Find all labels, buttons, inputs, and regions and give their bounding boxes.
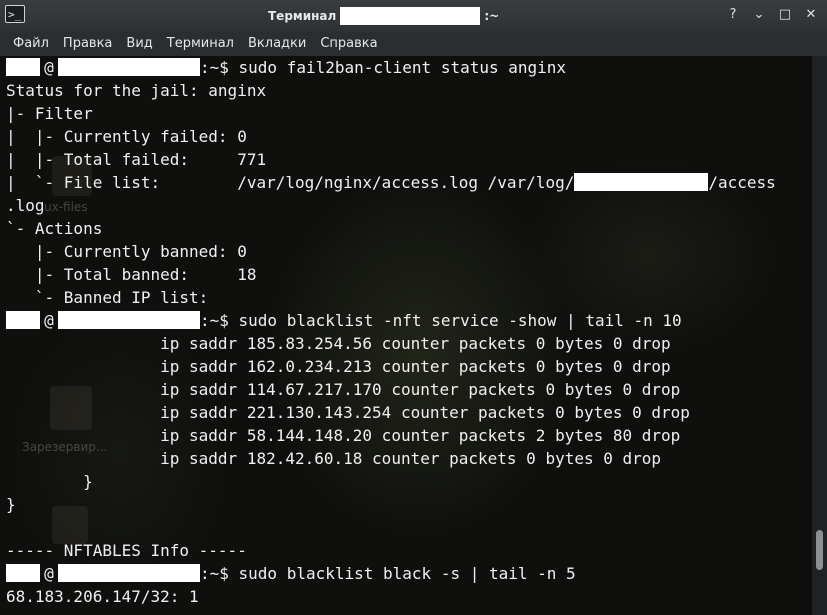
at-sign: @ [44,564,54,583]
output-line: .log [6,196,45,215]
output-line: ip saddr 185.83.254.56 counter packets 0… [6,334,671,353]
help-button[interactable]: ? [723,5,743,25]
redacted-path [574,173,709,191]
terminal-window: >_ Терминал :~ ? ⌄ □ ✕ Файл Правка Вид Те… [0,0,827,615]
menu-terminal[interactable]: Терминал [160,32,241,56]
menu-edit[interactable]: Правка [56,32,119,56]
close-button[interactable]: ✕ [801,5,821,25]
file-list-text: | `- File list: /var/log/nginx/access.lo… [6,173,575,192]
menu-help[interactable]: Справка [313,32,384,56]
output-line: | |- Total failed: 771 [6,150,267,169]
command-text: sudo blacklist black -s | tail -n 5 [238,564,576,583]
output-line: ----- NFTABLES Info ----- [6,541,247,560]
vertical-scrollbar[interactable] [812,56,827,615]
terminal-output[interactable]: ux-files Зарезервир... @:~$ sudo fail2ba… [0,56,812,615]
terminal-app-icon: >_ [5,5,25,23]
output-line: |- Total banned: 18 [6,265,257,284]
maximize-button[interactable]: □ [775,5,795,25]
terminal-lines: @ :~$ sudo fail2ban-client status anginx S… [6,56,812,608]
redacted-hostname [58,564,200,582]
output-line: 68.183.206.147/32: 1 [6,587,199,606]
prompt-line: @ :~$ sudo blacklist black -s | tail -n 5 [6,562,812,585]
output-line: `- Banned IP list: [6,288,209,307]
output-line: | |- Currently failed: 0 [6,127,247,146]
window-title-suffix: :~ [484,9,500,23]
output-line: } [6,495,16,514]
prompt-path: :~$ [200,564,239,583]
output-line: | `- File list: /var/log/nginx/access.lo… [6,171,812,194]
redacted-username [6,564,40,582]
menu-view[interactable]: Вид [119,32,159,56]
output-line: ip saddr 221.130.143.254 counter packets… [6,403,690,422]
menu-bar: Файл Правка Вид Терминал Вкладки Справка [0,32,827,56]
redacted-username [6,58,40,76]
window-controls: ? ⌄ □ ✕ [723,5,821,27]
output-line: ip saddr 182.42.60.18 counter packets 0 … [6,449,662,468]
menu-tabs[interactable]: Вкладки [241,32,313,56]
menu-file[interactable]: Файл [6,32,56,56]
output-line: `- Actions [6,219,103,238]
prompt-line: @ :~$ sudo blacklist -nft service -show |… [6,309,812,332]
file-list-text-after: /access [708,173,776,192]
prompt-line: @ :~$ sudo fail2ban-client status anginx [6,56,812,79]
output-line: |- Filter [6,104,93,123]
redacted-username [6,311,40,329]
prompt-path: :~$ [200,311,239,330]
title-bar[interactable]: >_ Терминал :~ ? ⌄ □ ✕ [0,0,827,32]
at-sign: @ [44,58,54,77]
at-sign: @ [44,311,54,330]
scrollbar-thumb[interactable] [816,530,823,570]
output-line: Status for the jail: anginx [6,81,267,100]
redacted-hostname [58,311,200,329]
redacted-hostname [340,7,481,25]
output-line: } [6,472,93,491]
command-text: sudo fail2ban-client status anginx [238,58,567,77]
prompt-path: :~$ [200,58,239,77]
minimize-button[interactable]: ⌄ [749,5,769,25]
redacted-hostname [58,58,200,76]
output-line: ip saddr 58.144.148.20 counter packets 2… [6,426,681,445]
window-title: Терминал :~ [268,6,499,26]
command-text: sudo blacklist -nft service -show | tail… [238,311,682,330]
window-title-prefix: Терминал [268,9,337,23]
output-line: ip saddr 162.0.234.213 counter packets 0… [6,357,671,376]
output-line: |- Currently banned: 0 [6,242,247,261]
output-line: ip saddr 114.67.217.170 counter packets … [6,380,681,399]
